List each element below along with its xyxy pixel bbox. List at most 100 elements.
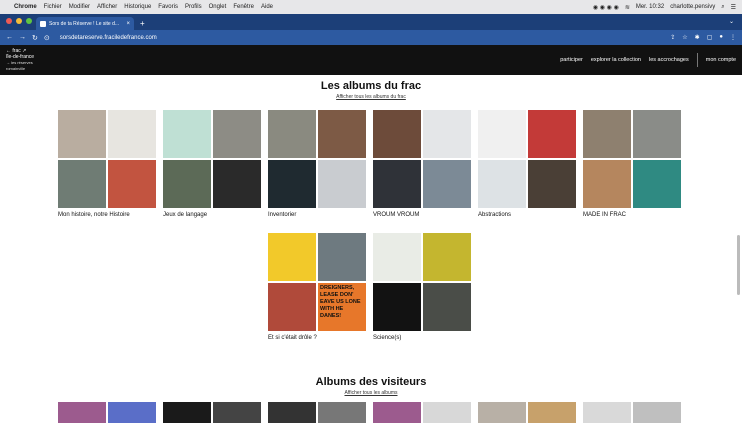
lock-icon[interactable]: ⊙ — [44, 34, 50, 42]
site-logo[interactable]: ← frac ↗ île-de-france → les réserves ro… — [6, 48, 34, 71]
visitor-album-card[interactable] — [373, 402, 471, 423]
browser-menu-icon[interactable]: ⋮ — [730, 34, 736, 41]
extensions-icon[interactable]: ✱ — [695, 34, 700, 41]
album-thumbnail — [583, 160, 631, 208]
tab-title: Sors de ta Réserve ! Le site d... — [49, 20, 120, 27]
username[interactable]: charlotte.pensivy — [670, 4, 715, 10]
menu-app-name[interactable]: Chrome — [14, 4, 37, 10]
close-tab-icon[interactable]: × — [126, 21, 130, 27]
menu-item-modifier[interactable]: Modifier — [69, 4, 90, 10]
album-card[interactable]: DREIGNERS, LEASE DON' EAVE US LONE WITH … — [268, 233, 368, 341]
album-label[interactable]: Inventorier — [268, 212, 368, 218]
tab-search-chevron-icon[interactable]: ⌄ — [729, 18, 734, 25]
album-thumbnail — [108, 110, 156, 158]
album-card[interactable]: Science(s) — [373, 233, 473, 341]
menu-item-favoris[interactable]: Favoris — [158, 4, 178, 10]
album-thumbnail — [423, 233, 471, 281]
visitor-thumbnail — [268, 402, 316, 423]
album-thumbnail — [478, 160, 526, 208]
album-thumbnail — [423, 283, 471, 331]
album-thumbnail — [318, 110, 366, 158]
album-thumbnail-grid[interactable] — [478, 110, 578, 208]
show-all-visitor-albums-link[interactable]: Afficher tous les albums — [0, 390, 742, 396]
menu-item-afficher[interactable]: Afficher — [97, 4, 117, 10]
album-card[interactable]: MADE IN FRAC — [583, 110, 683, 218]
url-field[interactable]: sorsdetareserve.fraciledefrance.com — [60, 35, 157, 41]
album-thumbnail — [268, 283, 316, 331]
album-thumbnail-grid[interactable]: DREIGNERS, LEASE DON' EAVE US LONE WITH … — [268, 233, 368, 331]
reload-icon[interactable]: ↻ — [32, 34, 38, 42]
visitor-album-card[interactable] — [58, 402, 156, 423]
album-thumbnail — [318, 160, 366, 208]
album-thumbnail-grid[interactable] — [163, 110, 263, 208]
album-label[interactable]: Science(s) — [373, 335, 473, 341]
album-label[interactable]: Et si c'était drôle ? — [268, 335, 368, 341]
show-all-albums-link[interactable]: Afficher tous les albums du frac — [0, 94, 742, 100]
album-thumbnail — [633, 110, 681, 158]
album-thumbnail-grid[interactable] — [373, 233, 473, 331]
album-label[interactable]: MADE IN FRAC — [583, 212, 683, 218]
logo-line-4: romainville — [6, 65, 26, 71]
visitor-albums-row — [58, 402, 681, 423]
album-label[interactable]: Jeux de langage — [163, 212, 263, 218]
new-tab-button[interactable]: + — [140, 19, 145, 28]
album-thumbnail — [108, 160, 156, 208]
album-thumbnail — [423, 160, 471, 208]
forward-icon[interactable]: → — [19, 34, 26, 41]
bookmark-star-icon[interactable]: ☆ — [682, 34, 687, 41]
album-thumbnail-grid[interactable] — [373, 110, 473, 208]
sidepanel-icon[interactable]: ▢ — [707, 34, 713, 41]
browser-tab-active[interactable]: Sors de ta Réserve ! Le site d... × — [36, 17, 134, 30]
control-center-icon[interactable]: ☰ — [731, 4, 736, 11]
album-card[interactable]: Inventorier — [268, 110, 368, 218]
share-icon[interactable]: ⇪ — [670, 34, 675, 41]
favicon-icon — [40, 20, 46, 27]
menu-item-profils[interactable]: Profils — [185, 4, 202, 10]
page-content: Les albums du frac Afficher tous les alb… — [0, 75, 742, 423]
tab-bar: Sors de ta Réserve ! Le site d... × + ⌄ — [0, 14, 742, 30]
menu-item-historique[interactable]: Historique — [124, 4, 151, 10]
menu-item-fichier[interactable]: Fichier — [44, 4, 62, 10]
visitor-album-card[interactable] — [163, 402, 261, 423]
album-thumbnail — [423, 110, 471, 158]
menu-item-fenetre[interactable]: Fenêtre — [233, 4, 254, 10]
minimize-window-button[interactable] — [16, 18, 22, 24]
album-card[interactable]: Abstractions — [478, 110, 578, 218]
nav-participer[interactable]: participer — [560, 57, 583, 63]
menu-item-onglet[interactable]: Onglet — [209, 4, 227, 10]
visitor-album-card[interactable] — [583, 402, 681, 423]
album-card[interactable]: Mon histoire, notre Histoire — [58, 110, 158, 218]
album-thumbnail — [213, 160, 261, 208]
page-scrollbar[interactable] — [737, 235, 740, 295]
album-thumbnail-grid[interactable] — [583, 110, 683, 208]
menu-item-aide[interactable]: Aide — [261, 4, 273, 10]
window-controls — [6, 18, 32, 24]
zoom-window-button[interactable] — [26, 18, 32, 24]
album-thumbnail-grid[interactable] — [268, 110, 368, 208]
album-card[interactable]: Jeux de langage — [163, 110, 263, 218]
album-label[interactable]: Mon histoire, notre Histoire — [58, 212, 158, 218]
albums-section-title: Les albums du frac — [320, 80, 422, 92]
status-icons[interactable]: ◉ ◉ ◉ ◉ — [593, 4, 619, 11]
os-menubar: Chrome Fichier Modifier Afficher Histori… — [0, 0, 742, 14]
close-window-button[interactable] — [6, 18, 12, 24]
album-thumbnail — [528, 110, 576, 158]
wifi-icon[interactable]: ≋ — [625, 4, 630, 11]
album-thumbnail — [268, 110, 316, 158]
visitor-album-card[interactable] — [268, 402, 366, 423]
nav-accrochages[interactable]: les accrochages — [649, 57, 689, 63]
album-thumbnail-grid[interactable] — [58, 110, 158, 208]
nav-explorer[interactable]: explorer la collection — [591, 57, 641, 63]
album-label[interactable]: Abstractions — [478, 212, 578, 218]
visitor-thumbnail — [318, 402, 366, 423]
profile-icon[interactable]: ● — [719, 34, 723, 41]
back-icon[interactable]: ← — [6, 34, 13, 41]
nav-mon-compte[interactable]: mon compte — [706, 57, 736, 63]
clock[interactable]: Mer. 10:32 — [636, 4, 664, 10]
logo-line-3: les réserves — [11, 60, 33, 65]
visitor-thumbnail — [528, 402, 576, 423]
album-label[interactable]: VROUM VROUM — [373, 212, 473, 218]
visitor-album-card[interactable] — [478, 402, 576, 423]
spotlight-icon[interactable]: ⌕ — [721, 4, 724, 11]
album-card[interactable]: VROUM VROUM — [373, 110, 473, 218]
